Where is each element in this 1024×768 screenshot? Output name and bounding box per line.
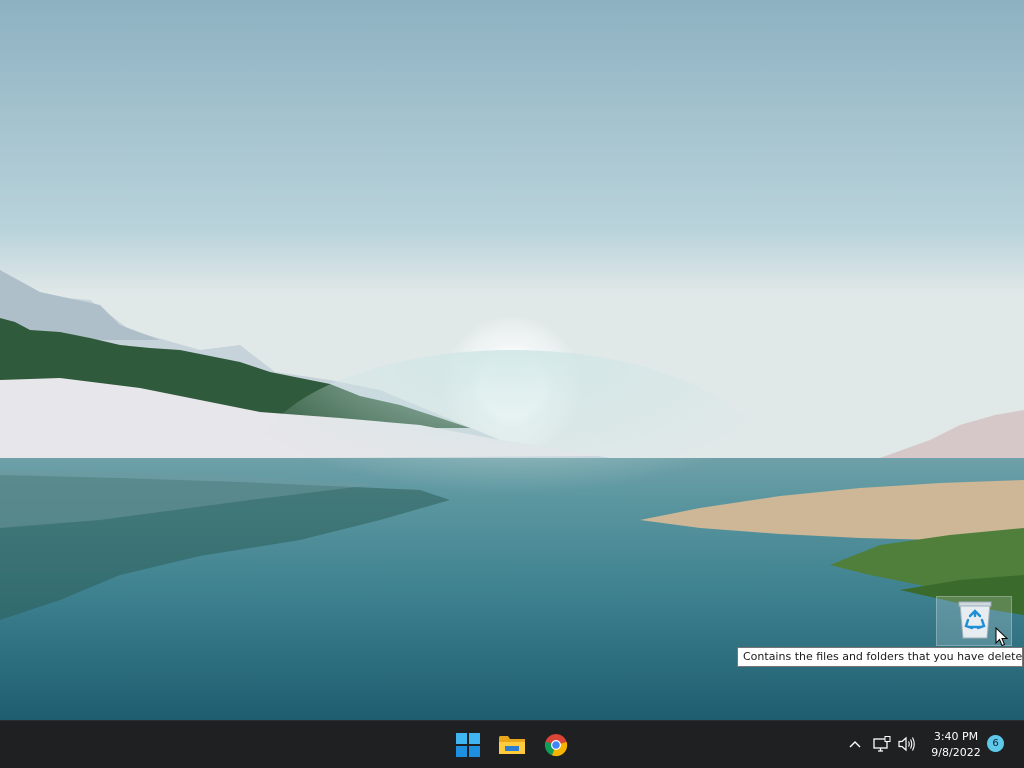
clock-time: 3:40 PM xyxy=(933,730,979,743)
windows-logo-icon xyxy=(456,733,480,757)
network-icon xyxy=(873,736,891,752)
wallpaper xyxy=(0,0,1024,720)
clock-date: 9/8/2022 xyxy=(931,746,981,759)
show-hidden-icons-button[interactable] xyxy=(844,733,866,755)
desktop[interactable]: Contains the files and folders that you … xyxy=(0,0,1024,720)
network-button[interactable] xyxy=(871,733,893,755)
recycle-bin-icon xyxy=(958,601,992,639)
volume-icon xyxy=(898,736,915,752)
start-button[interactable] xyxy=(448,725,488,765)
notification-badge[interactable]: 6 xyxy=(987,735,1004,752)
folder-icon xyxy=(499,736,525,754)
chrome-button[interactable] xyxy=(536,725,576,765)
recycle-bin-tooltip: Contains the files and folders that you … xyxy=(737,647,1023,667)
clock[interactable]: 3:40 PM 9/8/2022 xyxy=(922,727,990,763)
mouse-cursor xyxy=(995,627,1008,647)
taskbar: 3:40 PM 9/8/2022 6 xyxy=(0,720,1024,768)
file-explorer-button[interactable] xyxy=(492,725,532,765)
volume-button[interactable] xyxy=(896,733,918,755)
chevron-up-icon xyxy=(849,741,861,748)
chrome-icon xyxy=(544,734,568,757)
